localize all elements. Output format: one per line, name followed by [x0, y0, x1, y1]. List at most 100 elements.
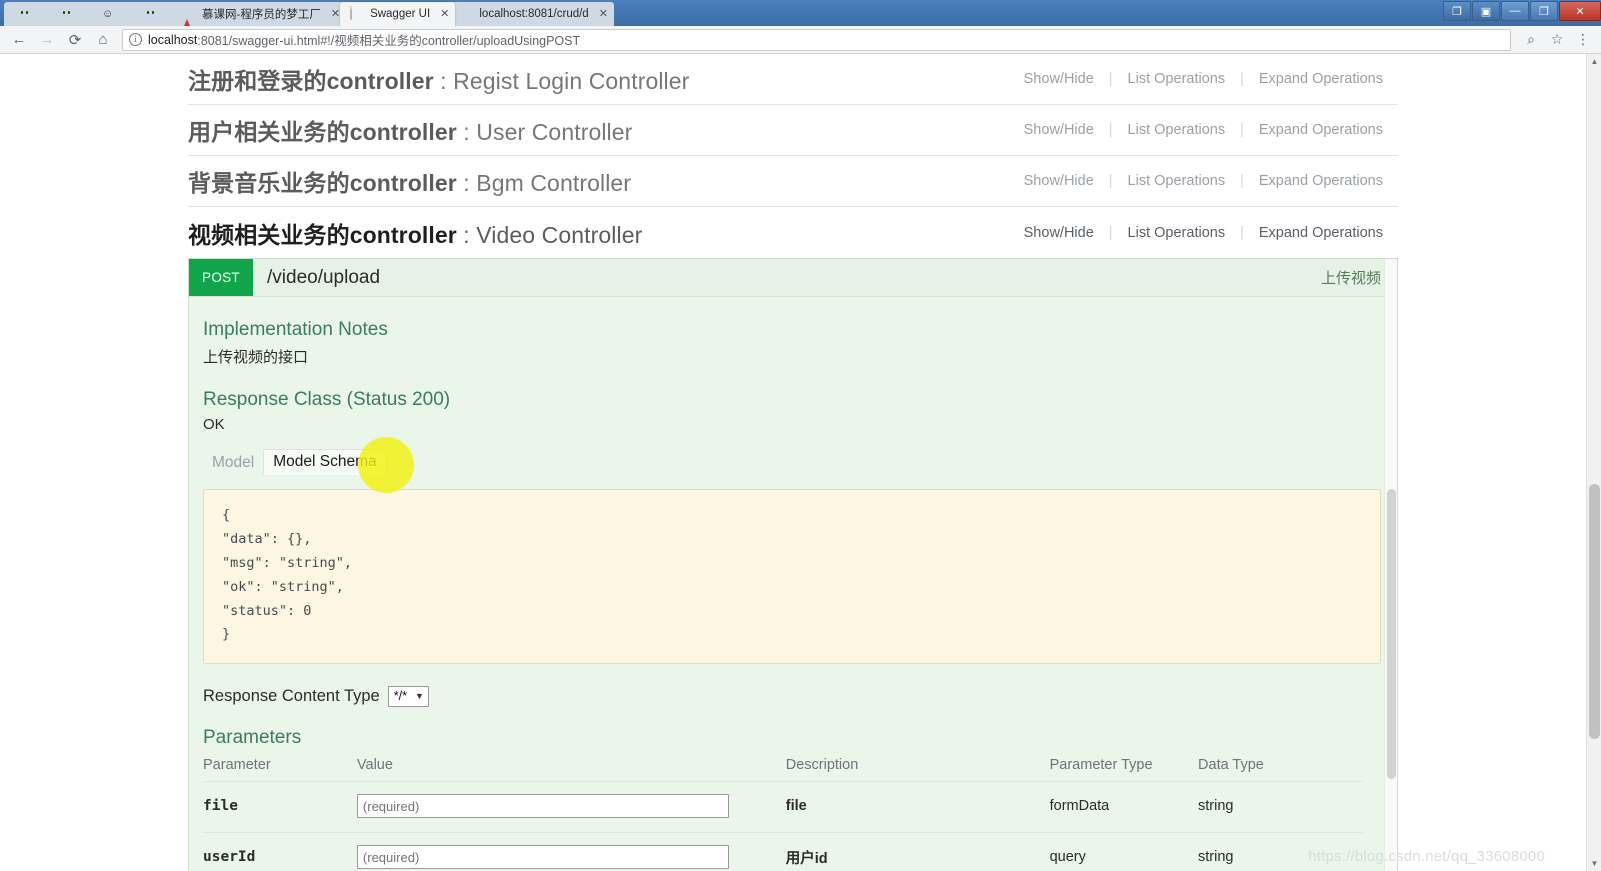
close-button[interactable]: ✕: [1559, 1, 1601, 21]
show-hide-link[interactable]: Show/Hide: [1009, 173, 1109, 189]
address-bar[interactable]: i localhost:8081/swagger-ui.html#!/视频相关业…: [122, 28, 1511, 51]
operation-path[interactable]: /video/upload: [253, 259, 1321, 296]
browser-tab-bar: ☺ 慕课网-程序员的梦工厂 ✕ Swagger UI ✕ localhost:8…: [0, 0, 1601, 26]
tab-title: localhost:8081/crud/d: [479, 8, 589, 20]
expand-operations-link[interactable]: Expand Operations: [1244, 225, 1398, 241]
forward-icon[interactable]: →: [34, 28, 60, 52]
browser-toolbar: ← → ⟳ ⌂ i localhost:8081/swagger-ui.html…: [0, 26, 1601, 54]
schema-line: "data": {},: [222, 530, 312, 547]
browser-tab-2[interactable]: [46, 2, 94, 26]
response-content-type-select[interactable]: */* ▼: [387, 686, 429, 707]
resource-title-cn: 用户相关业务的controller: [188, 119, 457, 145]
maximize-button[interactable]: ❐: [1530, 1, 1558, 21]
restore-down-button[interactable]: ❐: [1443, 1, 1471, 21]
implementation-notes-text: 上传视频的接口: [203, 349, 309, 366]
url-path: :8081/swagger-ui.html#!/视频相关业务的controlle…: [197, 34, 581, 48]
resource-video-controller[interactable]: 视频相关业务的controller : Video Controller Sho…: [188, 207, 1398, 258]
parameters-table: Parameter Value Description Parameter Ty…: [203, 757, 1363, 871]
expand-operations-link[interactable]: Expand Operations: [1244, 122, 1398, 138]
scroll-down-arrow-icon[interactable]: ▼: [1587, 856, 1601, 871]
red-flame-icon: [182, 7, 196, 26]
tab-title: Swagger UI: [370, 8, 431, 20]
list-operations-link[interactable]: List Operations: [1113, 173, 1241, 189]
browser-tab-swagger-ui[interactable]: Swagger UI ✕: [340, 2, 456, 26]
minimize-button[interactable]: —: [1501, 1, 1529, 21]
reload-icon[interactable]: ⟳: [62, 28, 88, 52]
resource-title: 注册和登录的controller : Regist Login Controll…: [188, 62, 689, 96]
resource-title-cn: 视频相关业务的controller: [188, 221, 457, 248]
selected-content-type: */*: [393, 689, 407, 703]
home-icon[interactable]: ⌂: [90, 28, 116, 52]
panel-scrollbar-thumb[interactable]: [1387, 489, 1396, 779]
show-hide-link[interactable]: Show/Hide: [1009, 225, 1109, 241]
header-data-type: Data Type: [1198, 757, 1363, 782]
bookmark-star-icon[interactable]: ☆: [1545, 28, 1569, 52]
operation-header[interactable]: POST /video/upload 上传视频: [189, 259, 1397, 297]
tab-model[interactable]: Model: [203, 451, 263, 475]
tab-close-icon[interactable]: ✕: [599, 8, 608, 20]
http-method-badge: POST: [189, 259, 253, 296]
page-scrollbar[interactable]: ▲ ▼: [1586, 54, 1601, 871]
list-operations-link[interactable]: List Operations: [1113, 122, 1241, 138]
resource-user-controller[interactable]: 用户相关业务的controller : User Controller Show…: [188, 105, 1398, 156]
response-content-type-row: Response Content Type */* ▼: [203, 686, 1383, 707]
back-icon[interactable]: ←: [6, 28, 32, 52]
table-header-row: Parameter Value Description Parameter Ty…: [203, 757, 1363, 782]
schema-line: {: [222, 507, 231, 523]
url-host: localhost: [148, 32, 198, 47]
userid-value-input[interactable]: [356, 845, 729, 869]
schema-line: "status": 0: [222, 602, 312, 619]
resource-title: 视频相关业务的controller : Video Controller: [188, 216, 642, 250]
window-snap-button[interactable]: ▣: [1472, 1, 1500, 21]
list-operations-link[interactable]: List Operations: [1113, 71, 1241, 87]
browser-tab-3[interactable]: ☺: [88, 2, 136, 26]
parameters-title: Parameters: [203, 727, 302, 748]
page-viewport: 注册和登录的controller : Regist Login Controll…: [0, 54, 1601, 871]
scroll-up-arrow-icon[interactable]: ▲: [1587, 54, 1601, 69]
browser-window: ☺ 慕课网-程序员的梦工厂 ✕ Swagger UI ✕ localhost:8…: [0, 0, 1601, 871]
param-description-file: file: [785, 781, 1050, 833]
tab-close-icon[interactable]: ✕: [331, 8, 340, 20]
document-icon: [350, 6, 364, 21]
qq-icon: [144, 7, 158, 21]
panel-scrollbar[interactable]: [1384, 259, 1397, 871]
zoom-icon[interactable]: ⌕: [1519, 28, 1543, 52]
swagger-page: 注册和登录的controller : Regist Login Controll…: [0, 54, 1586, 871]
browser-tab-localhost-crud[interactable]: localhost:8081/crud/d ✕: [449, 2, 614, 26]
expand-operations-link[interactable]: Expand Operations: [1244, 173, 1398, 189]
resource-regist-login-controller[interactable]: 注册和登录的controller : Regist Login Controll…: [188, 54, 1398, 105]
file-value-input[interactable]: [356, 794, 729, 818]
expand-operations-link[interactable]: Expand Operations: [1244, 71, 1398, 87]
show-hide-link[interactable]: Show/Hide: [1009, 71, 1109, 87]
tab-close-icon[interactable]: ✕: [440, 8, 449, 20]
list-operations-link[interactable]: List Operations: [1113, 225, 1241, 241]
operation-panel-upload: POST /video/upload 上传视频 Implementation N…: [188, 258, 1398, 871]
resource-title: 用户相关业务的controller : User Controller: [188, 113, 632, 147]
browser-tab-imooc[interactable]: 慕课网-程序员的梦工厂 ✕: [172, 2, 347, 26]
model-tab-group: Model Model Schema: [203, 437, 1383, 493]
person-icon: ☺: [102, 8, 114, 20]
window-controls: ❐ ▣ — ❐ ✕: [1442, 0, 1601, 22]
data-type-file: string: [1198, 781, 1363, 833]
schema-line: "msg": "string",: [222, 554, 353, 571]
resource-title: 背景音乐业务的controller : Bgm Controller: [188, 164, 631, 198]
operation-body: Implementation Notes 上传视频的接口 Response Cl…: [189, 297, 1397, 871]
param-name-userid: userId: [203, 832, 357, 871]
resource-operations: Show/Hide | List Operations | Expand Ope…: [1009, 71, 1398, 87]
browser-menu-icon[interactable]: ⋮: [1571, 28, 1595, 52]
show-hide-link[interactable]: Show/Hide: [1009, 122, 1109, 138]
resource-title-en: : User Controller: [456, 119, 633, 145]
page-scrollbar-thumb[interactable]: [1589, 484, 1600, 739]
tab-model-schema[interactable]: Model Schema: [263, 449, 387, 475]
green-leaf-icon: [459, 7, 473, 21]
resource-bgm-controller[interactable]: 背景音乐业务的controller : Bgm Controller Show/…: [188, 156, 1398, 207]
tab-title: 慕课网-程序员的梦工厂: [202, 9, 321, 21]
resource-operations: Show/Hide | List Operations | Expand Ope…: [1009, 122, 1398, 138]
qq-icon: [18, 7, 32, 21]
param-value-cell: [356, 832, 786, 871]
site-info-icon[interactable]: i: [129, 33, 142, 46]
param-type-userid: query: [1049, 832, 1199, 871]
browser-tab-4[interactable]: [130, 2, 178, 26]
schema-line: "ok": "string",: [222, 578, 344, 595]
browser-tab-1[interactable]: [4, 2, 52, 26]
